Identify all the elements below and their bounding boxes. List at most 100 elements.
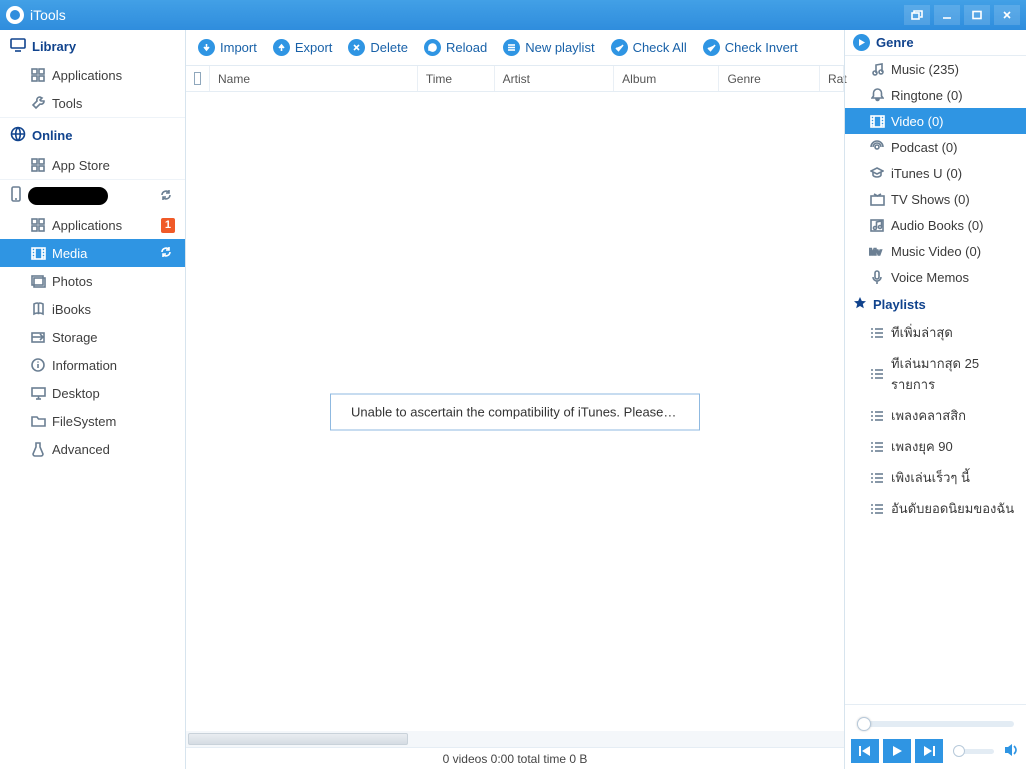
reload-button[interactable]: Reload xyxy=(424,39,487,56)
genre-item-tv[interactable]: TV Shows (0) xyxy=(845,186,1026,212)
playlists-header-label: Playlists xyxy=(873,297,926,312)
sidebar-item-app-store[interactable]: App Store xyxy=(0,151,185,179)
sync-icon[interactable] xyxy=(159,188,175,204)
column-genre[interactable]: Genre xyxy=(719,66,820,91)
sidebar-section-library[interactable]: Library xyxy=(0,30,185,61)
sidebar-item-applications[interactable]: Applications xyxy=(0,61,185,89)
next-button[interactable] xyxy=(915,739,943,763)
sidebar-item-storage[interactable]: Storage xyxy=(0,323,185,351)
seek-slider[interactable] xyxy=(857,721,1014,727)
genre-item-podcast[interactable]: Podcast (0) xyxy=(845,134,1026,160)
play-circle-icon[interactable] xyxy=(853,34,870,51)
playlist-item-label: เพิงเล่นเร็วๆ นี้ xyxy=(891,467,970,488)
column-artist[interactable]: Artist xyxy=(495,66,615,91)
playlist-item-label: อันดับยอดนิยมของฉัน xyxy=(891,498,1014,519)
window-minimize-button[interactable] xyxy=(934,5,960,25)
reload-icon xyxy=(424,39,441,56)
sidebar-item-photos[interactable]: Photos xyxy=(0,267,185,295)
playlist-item[interactable]: เพลงคลาสสิก xyxy=(845,400,1026,431)
update-badge: 1 xyxy=(161,218,175,233)
genre-item-itunesu[interactable]: iTunes U (0) xyxy=(845,160,1026,186)
genre-item-music[interactable]: Music (235) xyxy=(845,56,1026,82)
sidebar-item-label: Desktop xyxy=(52,386,100,401)
folder-icon xyxy=(30,413,46,429)
import-button[interactable]: Import xyxy=(198,39,257,56)
toolbar-label: Check All xyxy=(633,40,687,55)
playlist-item[interactable]: ทีเพิ่มล่าสุด xyxy=(845,317,1026,348)
column-rat[interactable]: Rat xyxy=(820,66,844,91)
genre-item-label: Ringtone (0) xyxy=(891,88,963,103)
sidebar-item-tools[interactable]: Tools xyxy=(0,89,185,117)
prev-button[interactable] xyxy=(851,739,879,763)
sidebar-item-media[interactable]: Media xyxy=(0,239,185,267)
player-controls xyxy=(845,704,1026,769)
column-name[interactable]: Name xyxy=(210,66,418,91)
window-maximize-button[interactable] xyxy=(964,5,990,25)
check-all-button[interactable]: Check All xyxy=(611,39,687,56)
info-icon xyxy=(30,357,46,373)
column-label: Genre xyxy=(727,72,760,86)
genre-item-mv[interactable]: MvMusic Video (0) xyxy=(845,238,1026,264)
genre-item-label: Audio Books (0) xyxy=(891,218,984,233)
volume-knob[interactable] xyxy=(953,745,965,757)
genre-item-film[interactable]: Video (0) xyxy=(845,108,1026,134)
online-header-label: Online xyxy=(32,128,72,143)
mic-icon xyxy=(869,269,885,285)
playlist-item[interactable]: ทีเล่นมากสุด 25 รายการ xyxy=(845,348,1026,400)
newlist-icon xyxy=(503,39,520,56)
sidebar-item-label: Applications xyxy=(52,218,122,233)
phone-icon xyxy=(10,186,22,205)
playlist-icon xyxy=(869,470,885,486)
volume-icon[interactable] xyxy=(1004,743,1020,760)
sidebar-device-row[interactable] xyxy=(0,179,185,211)
sidebar-item-ibooks[interactable]: iBooks xyxy=(0,295,185,323)
tv-icon xyxy=(869,191,885,207)
toolbar-label: Export xyxy=(295,40,333,55)
export-icon xyxy=(273,39,290,56)
desktop-icon xyxy=(30,385,46,401)
play-button[interactable] xyxy=(883,739,911,763)
column-checkbox[interactable] xyxy=(186,66,210,91)
playlist-item[interactable]: อันดับยอดนิยมของฉัน xyxy=(845,493,1026,524)
status-bar: 0 videos 0:00 total time 0 B xyxy=(186,747,844,769)
playlist-item-label: ทีเพิ่มล่าสุด xyxy=(891,322,953,343)
check-icon xyxy=(611,39,628,56)
window-close-button[interactable] xyxy=(994,5,1020,25)
export-button[interactable]: Export xyxy=(273,39,333,56)
scrollbar-thumb[interactable] xyxy=(188,733,408,745)
sidebar-item-filesystem[interactable]: FileSystem xyxy=(0,407,185,435)
playlist-icon xyxy=(869,366,885,382)
playlist-item[interactable]: เพิงเล่นเร็วๆ นี้ xyxy=(845,462,1026,493)
new-playlist-button[interactable]: New playlist xyxy=(503,39,594,56)
sidebar-item-information[interactable]: Information xyxy=(0,351,185,379)
playlist-icon xyxy=(869,325,885,341)
sidebar-item-label: FileSystem xyxy=(52,414,116,429)
sidebar-item-desktop[interactable]: Desktop xyxy=(0,379,185,407)
check-invert-button[interactable]: Check Invert xyxy=(703,39,798,56)
sidebar-item-applications[interactable]: Applications 1 xyxy=(0,211,185,239)
status-text: 0 videos 0:00 total time 0 B xyxy=(443,752,588,766)
genre-item-label: Music (235) xyxy=(891,62,959,77)
horizontal-scrollbar[interactable] xyxy=(186,731,844,747)
sidebar-right: Genre Music (235)Ringtone (0)Video (0)Po… xyxy=(844,30,1026,769)
sidebar-item-advanced[interactable]: Advanced xyxy=(0,435,185,463)
column-album[interactable]: Album xyxy=(614,66,719,91)
genre-item-bell[interactable]: Ringtone (0) xyxy=(845,82,1026,108)
delete-button[interactable]: Delete xyxy=(348,39,408,56)
volume-slider[interactable] xyxy=(953,749,994,754)
sidebar-item-label: Tools xyxy=(52,96,82,111)
toolbar-label: New playlist xyxy=(525,40,594,55)
sidebar-section-online[interactable]: Online xyxy=(0,117,185,151)
checkbox-icon[interactable] xyxy=(194,72,201,85)
sync-icon[interactable] xyxy=(159,245,175,261)
device-name-redacted xyxy=(28,187,108,205)
seek-knob[interactable] xyxy=(857,717,871,731)
audiobook-icon xyxy=(869,217,885,233)
sidebar-left: Library Applications Tools Online App Sto… xyxy=(0,30,186,769)
genre-item-mic[interactable]: Voice Memos xyxy=(845,264,1026,290)
window-restore-down-button[interactable] xyxy=(904,5,930,25)
playlist-item[interactable]: เพลงยุค 90 xyxy=(845,431,1026,462)
genre-item-audiobook[interactable]: Audio Books (0) xyxy=(845,212,1026,238)
column-label: Artist xyxy=(503,72,530,86)
column-time[interactable]: Time xyxy=(418,66,495,91)
